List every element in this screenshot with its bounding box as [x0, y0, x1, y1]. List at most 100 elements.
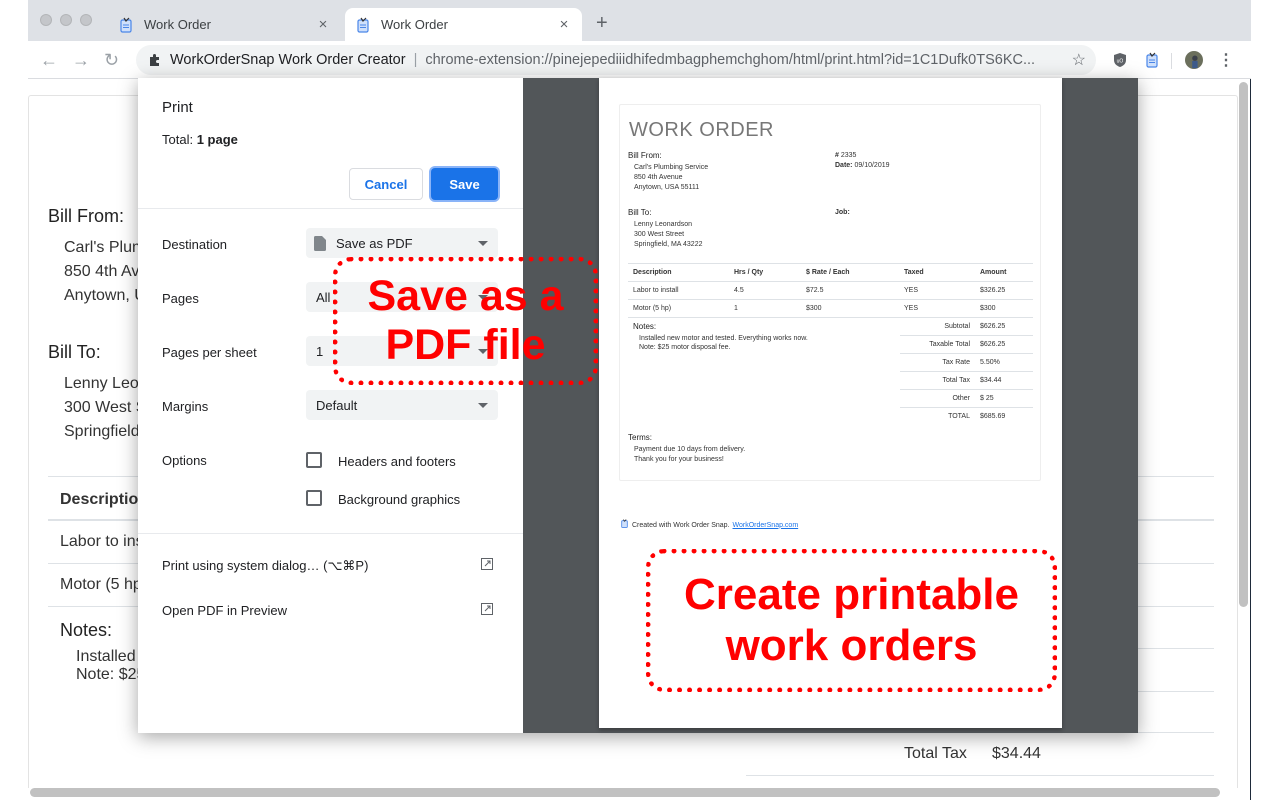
table-cell: YES	[904, 287, 919, 294]
divider	[138, 208, 523, 209]
kebab-menu-icon[interactable]: ⋮	[1217, 51, 1235, 69]
totals-value: $685.69	[980, 413, 1006, 420]
tab-title: Work Order	[381, 17, 448, 32]
bill-from-line: Carl's Plumbing Service	[634, 164, 709, 171]
notes-line: Note: $25 motor disposal fee.	[639, 344, 731, 351]
bill-from-heading: Bill From:	[48, 206, 124, 226]
date-value: 09/10/2019	[854, 162, 890, 169]
table-header: $ Rate / Each	[806, 269, 850, 276]
totals-value: $34.44	[980, 377, 1002, 384]
margins-select[interactable]: Default	[306, 390, 498, 420]
totals-value: $626.25	[980, 341, 1006, 348]
table-cell: $300	[980, 305, 996, 312]
headers-footers-checkbox[interactable]	[306, 452, 322, 468]
document-icon	[314, 235, 326, 251]
cancel-button[interactable]: Cancel	[349, 168, 423, 200]
puzzle-piece-icon	[148, 53, 162, 67]
order-date: Date: 09/10/2019	[835, 161, 890, 171]
totals-label: Total Tax	[942, 377, 971, 384]
system-dialog-link[interactable]: Print using system dialog… (⌥⌘P)	[162, 558, 493, 574]
background-graphics-label[interactable]: Background graphics	[338, 492, 460, 507]
print-settings-panel: Print Total: 1 page Cancel Save Destinat…	[138, 78, 523, 733]
divider	[628, 281, 1033, 282]
save-pdf-annotation: Save as a PDF file	[333, 257, 598, 385]
divider	[900, 335, 1033, 336]
reload-icon[interactable]: ↻	[104, 50, 119, 71]
totals-label: TOTAL	[948, 413, 970, 420]
totals-label: Tax Rate	[942, 359, 970, 366]
margins-value: Default	[316, 397, 358, 413]
terms-line: Payment due 10 days from delivery.	[634, 446, 746, 453]
table-header: Amount	[980, 269, 1007, 276]
job-label: Job:	[835, 209, 850, 216]
destination-select[interactable]: Save as PDF	[306, 228, 498, 258]
address-bar[interactable]: WorkOrderSnap Work Order Creator | chrom…	[136, 45, 1096, 75]
open-pdf-preview-link[interactable]: Open PDF in Preview	[162, 603, 493, 618]
tab-work-order-2[interactable]: Work Order ×	[345, 8, 582, 41]
headers-footers-label[interactable]: Headers and footers	[338, 454, 456, 469]
url-text: chrome-extension://pinejepediiidhifedmba…	[425, 52, 1036, 68]
table-row: Motor (5 hp)	[60, 576, 148, 593]
background-graphics-checkbox[interactable]	[306, 490, 322, 506]
document-title: WORK ORDER	[629, 119, 774, 141]
number-label: #	[835, 152, 839, 159]
clipboard-icon	[620, 519, 629, 532]
total-value: 1 page	[196, 132, 238, 147]
divider	[628, 317, 1033, 318]
close-window-button[interactable]	[40, 14, 52, 26]
forward-arrow-icon[interactable]: →	[72, 50, 90, 71]
chevron-down-icon	[478, 402, 488, 408]
options-label: Options	[162, 453, 207, 468]
description-header: Description	[60, 491, 149, 508]
tab-title: Work Order	[144, 17, 211, 32]
workordersnap-extension-icon[interactable]	[1143, 51, 1161, 69]
pages-per-sheet-label: Pages per sheet	[162, 345, 257, 360]
number-value: 2335	[840, 152, 857, 159]
external-link-icon	[481, 558, 493, 574]
ublock-shield-icon[interactable]: uO	[1111, 51, 1129, 69]
table-cell: YES	[904, 305, 919, 312]
terms-heading: Terms:	[628, 433, 652, 442]
divider	[628, 299, 1033, 300]
horizontal-scrollbar[interactable]	[30, 788, 1220, 797]
divider	[138, 533, 523, 534]
date-label: Date:	[835, 162, 853, 169]
totals-value: 5.50%	[980, 359, 1000, 366]
bookmark-star-icon[interactable]: ☆	[1072, 50, 1086, 70]
divider	[900, 389, 1033, 390]
divider: |	[413, 52, 418, 68]
bill-to-line: 300 West Street	[634, 231, 685, 238]
notes-line: Installed new motor and tested. Everythi…	[639, 335, 808, 342]
profile-avatar[interactable]	[1185, 51, 1203, 69]
minimize-window-button[interactable]	[60, 14, 72, 26]
save-button[interactable]: Save	[431, 168, 498, 200]
bill-from-line: 850 4th Avenue	[634, 174, 683, 181]
tab-work-order-1[interactable]: Work Order ×	[108, 8, 341, 41]
vertical-scrollbar[interactable]	[1239, 82, 1248, 607]
total-tax-value: $34.44	[992, 745, 1041, 762]
bill-to-heading: Bill To:	[48, 342, 101, 362]
destination-label: Destination	[162, 237, 228, 252]
maximize-window-button[interactable]	[80, 14, 92, 26]
table-cell: Motor (5 hp)	[633, 305, 672, 312]
margins-label: Margins	[162, 399, 209, 414]
page-total: Total: 1 page	[162, 132, 238, 147]
tab-close-icon[interactable]: ×	[315, 16, 331, 33]
table-header: Description	[633, 269, 672, 276]
dialog-title: Print	[162, 99, 193, 116]
document-footer: Created with Work Order Snap. WorkOrderS…	[620, 519, 798, 532]
table-cell: 4.5	[734, 287, 744, 294]
footer-link[interactable]: WorkOrderSnap.com	[733, 521, 799, 531]
bill-from-heading: Bill From:	[628, 151, 662, 160]
totals-value: $ 25	[980, 395, 994, 402]
bill-to-line: Springfield, MA 43222	[634, 241, 703, 248]
table-header: Taxed	[904, 269, 924, 276]
back-arrow-icon[interactable]: ←	[40, 50, 58, 71]
totals-label: Taxable Total	[929, 341, 970, 348]
total-label: Total:	[162, 132, 194, 147]
divider	[746, 775, 1214, 776]
destination-value: Save as PDF	[336, 235, 413, 251]
plus-icon[interactable]: +	[596, 12, 608, 35]
tab-close-icon[interactable]: ×	[556, 16, 572, 33]
table-cell: $72.5	[806, 287, 824, 294]
